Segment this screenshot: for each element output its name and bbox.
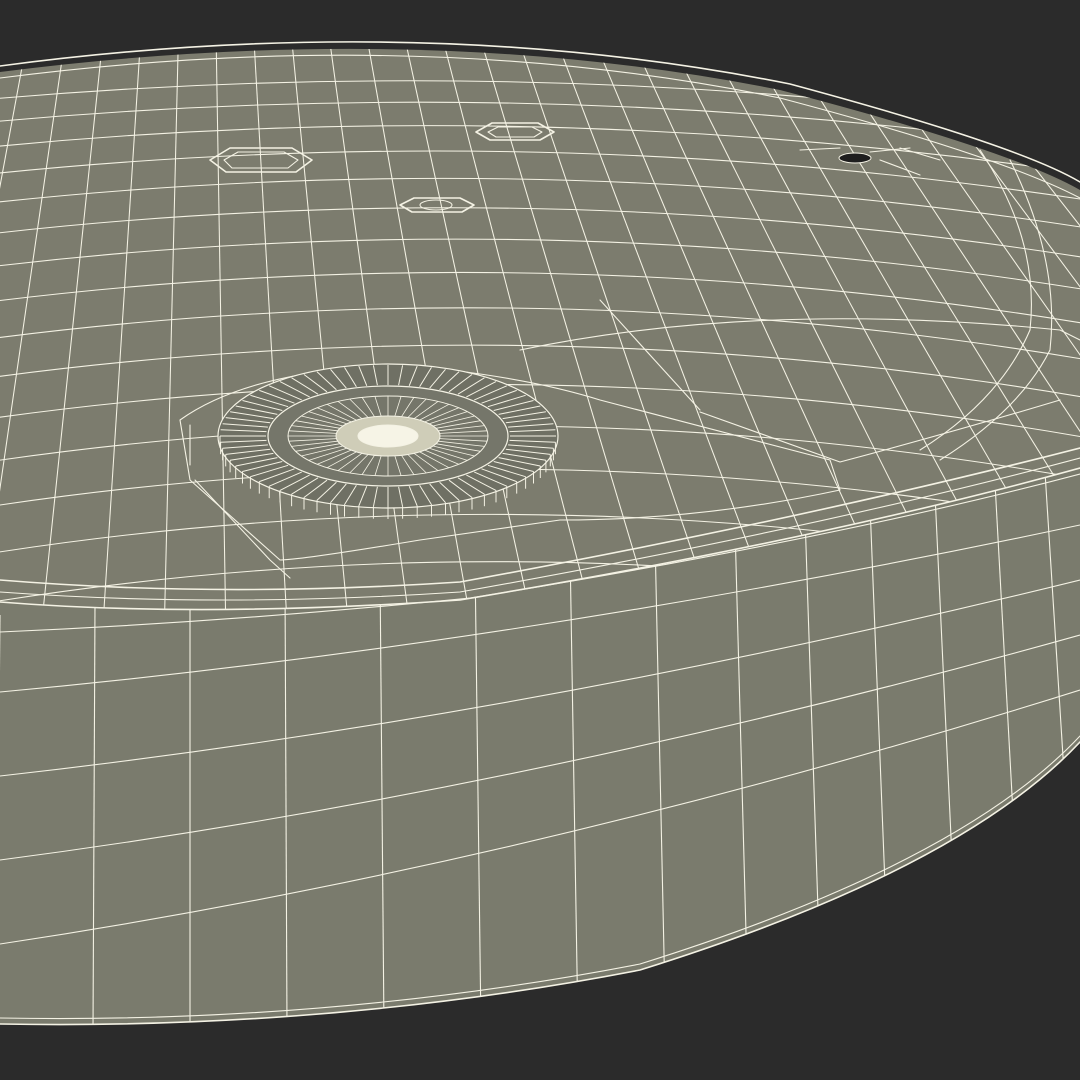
wireframe-render bbox=[0, 0, 1080, 1080]
side-brush-gear bbox=[217, 363, 559, 519]
wireframe-render-viewport bbox=[0, 0, 1080, 1080]
